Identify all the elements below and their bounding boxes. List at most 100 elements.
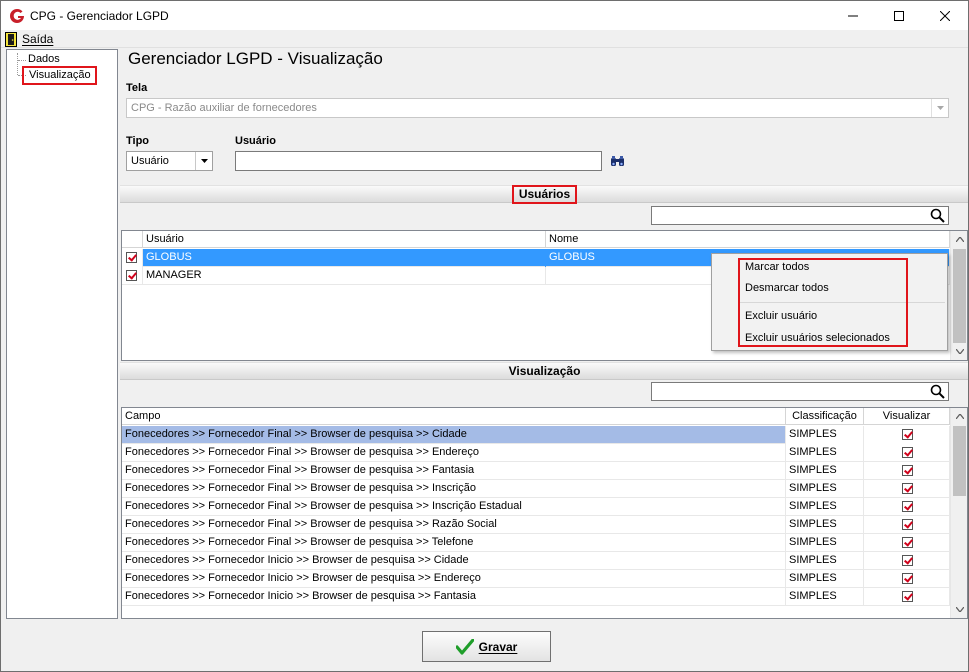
- minimize-icon: [848, 15, 858, 16]
- visualizar-checkbox[interactable]: [902, 537, 913, 548]
- chevron-down-icon: [931, 99, 948, 117]
- checkmark-icon: [455, 638, 474, 655]
- fields-grid-scrollbar[interactable]: [950, 408, 967, 618]
- field-campo-cell: Fonecedores >> Fornecedor Final >> Brows…: [122, 498, 786, 516]
- field-visualizar-cell: [864, 552, 950, 570]
- visualizar-checkbox[interactable]: [902, 555, 913, 566]
- usuario-label: Usuário: [235, 135, 276, 147]
- field-classificacao-cell: SIMPLES: [786, 534, 864, 552]
- field-classificacao-cell: SIMPLES: [786, 516, 864, 534]
- maximize-button[interactable]: [876, 1, 922, 30]
- context-menu: Marcar todos Desmarcar todos Excluir usu…: [711, 253, 948, 351]
- menu-saida-label: Saída: [22, 32, 54, 46]
- navigation-tree: Dados Visualização: [6, 49, 118, 619]
- visualizacao-search-input[interactable]: [651, 382, 949, 401]
- fields-grid-header: Campo Classificação Visualizar: [122, 408, 950, 425]
- close-button[interactable]: [922, 1, 968, 30]
- app-logo-icon: [10, 8, 24, 23]
- fields-table-row[interactable]: Fonecedores >> Fornecedor Final >> Brows…: [122, 480, 950, 498]
- visualizar-checkbox[interactable]: [902, 573, 913, 584]
- fields-table-row[interactable]: Fonecedores >> Fornecedor Inicio >> Brow…: [122, 570, 950, 588]
- user-checkbox[interactable]: [126, 270, 137, 281]
- binoculars-search-icon[interactable]: [610, 154, 626, 169]
- search-icon[interactable]: [930, 384, 945, 399]
- field-classificacao-cell: SIMPLES: [786, 498, 864, 516]
- users-row-usuario: GLOBUS: [143, 249, 546, 267]
- maximize-icon: [894, 10, 904, 21]
- title-bar[interactable]: CPG - Gerenciador LGPD: [1, 1, 968, 30]
- field-campo-cell: Fonecedores >> Fornecedor Final >> Brows…: [122, 462, 786, 480]
- fields-table-row[interactable]: Fonecedores >> Fornecedor Final >> Brows…: [122, 498, 950, 516]
- scroll-down-button[interactable]: [951, 601, 967, 618]
- field-visualizar-cell: [864, 516, 950, 534]
- minimize-button[interactable]: [830, 1, 876, 30]
- tipo-select-value: Usuário: [131, 155, 169, 167]
- scroll-up-button[interactable]: [951, 231, 967, 248]
- fields-table-row[interactable]: Fonecedores >> Fornecedor Inicio >> Brow…: [122, 552, 950, 570]
- visualizar-checkbox[interactable]: [902, 465, 913, 476]
- field-classificacao-cell: SIMPLES: [786, 570, 864, 588]
- annotation-highlight: [738, 258, 908, 347]
- field-visualizar-cell: [864, 462, 950, 480]
- field-campo-cell: Fonecedores >> Fornecedor Final >> Brows…: [122, 426, 786, 444]
- tipo-label: Tipo: [126, 135, 150, 147]
- users-grid-col-nome[interactable]: Nome: [546, 231, 950, 248]
- scroll-down-button[interactable]: [951, 343, 967, 360]
- close-icon: [940, 10, 950, 21]
- visualizar-checkbox[interactable]: [902, 519, 913, 530]
- fields-table-row[interactable]: Fonecedores >> Fornecedor Final >> Brows…: [122, 516, 950, 534]
- users-row-usuario: MANAGER: [143, 267, 546, 285]
- fields-table-row[interactable]: Fonecedores >> Fornecedor Final >> Brows…: [122, 462, 950, 480]
- users-grid-check-header[interactable]: [122, 231, 143, 248]
- fields-grid-col-campo[interactable]: Campo: [122, 408, 786, 425]
- usuarios-section-title: Usuários: [511, 185, 578, 204]
- visualizacao-section-header: Visualização: [120, 362, 968, 380]
- menu-saida[interactable]: Saída: [5, 31, 53, 47]
- chevron-up-icon: [955, 237, 964, 242]
- fields-grid-col-classificacao[interactable]: Classificação: [786, 408, 864, 425]
- visualizar-checkbox[interactable]: [902, 429, 913, 440]
- field-classificacao-cell: SIMPLES: [786, 444, 864, 462]
- usuario-input[interactable]: [235, 151, 602, 171]
- app-window: CPG - Gerenciador LGPD Saída Dados Visua…: [0, 0, 969, 672]
- tree-connector: [18, 60, 26, 61]
- user-checkbox[interactable]: [126, 252, 137, 263]
- visualizar-checkbox[interactable]: [902, 501, 913, 512]
- tree-line: [17, 53, 18, 75]
- field-campo-cell: Fonecedores >> Fornecedor Final >> Brows…: [122, 480, 786, 498]
- chevron-down-icon: [955, 607, 964, 612]
- users-row-check-cell: [122, 249, 143, 267]
- fields-table-row[interactable]: Fonecedores >> Fornecedor Final >> Brows…: [122, 444, 950, 462]
- gravar-button[interactable]: Gravar: [422, 631, 551, 662]
- fields-table-row[interactable]: Fonecedores >> Fornecedor Inicio >> Brow…: [122, 588, 950, 606]
- scroll-up-button[interactable]: [951, 408, 967, 425]
- usuarios-search-input[interactable]: [651, 206, 949, 225]
- field-visualizar-cell: [864, 534, 950, 552]
- tipo-select[interactable]: Usuário: [126, 151, 213, 171]
- tree-item-visualizacao[interactable]: Visualização: [22, 66, 97, 85]
- fields-grid-col-visualizar[interactable]: Visualizar: [864, 408, 950, 425]
- tela-select[interactable]: CPG - Razão auxiliar de fornecedores: [126, 98, 949, 118]
- page-title: Gerenciador LGPD - Visualização: [128, 49, 383, 68]
- tree-item-dados[interactable]: Dados: [28, 53, 60, 65]
- field-campo-cell: Fonecedores >> Fornecedor Inicio >> Brow…: [122, 588, 786, 606]
- fields-table-row[interactable]: Fonecedores >> Fornecedor Final >> Brows…: [122, 426, 950, 444]
- search-icon[interactable]: [930, 208, 945, 223]
- scroll-thumb[interactable]: [953, 426, 966, 496]
- field-visualizar-cell: [864, 480, 950, 498]
- tela-select-value: CPG - Razão auxiliar de fornecedores: [131, 102, 317, 114]
- visualizar-checkbox[interactable]: [902, 483, 913, 494]
- visualizar-checkbox[interactable]: [902, 447, 913, 458]
- users-row-check-cell: [122, 267, 143, 285]
- visualizar-checkbox[interactable]: [902, 591, 913, 602]
- field-campo-cell: Fonecedores >> Fornecedor Final >> Brows…: [122, 534, 786, 552]
- chevron-down-icon: [955, 349, 964, 354]
- fields-table-row[interactable]: Fonecedores >> Fornecedor Final >> Brows…: [122, 534, 950, 552]
- users-grid-scrollbar[interactable]: [950, 231, 967, 360]
- users-grid-col-usuario[interactable]: Usuário: [143, 231, 546, 248]
- scroll-thumb[interactable]: [953, 249, 966, 343]
- users-grid-header: Usuário Nome: [122, 231, 950, 248]
- exit-door-icon: [5, 31, 17, 47]
- window-title: CPG - Gerenciador LGPD: [30, 9, 169, 23]
- field-campo-cell: Fonecedores >> Fornecedor Final >> Brows…: [122, 516, 786, 534]
